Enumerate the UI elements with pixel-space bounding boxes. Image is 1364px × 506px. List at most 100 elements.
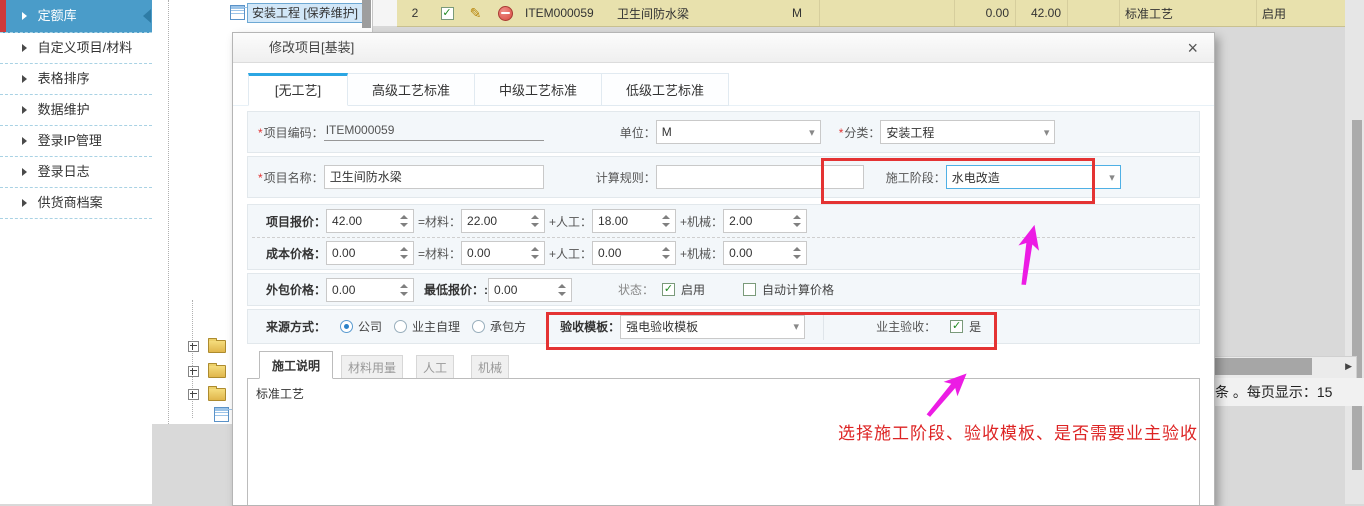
category-select[interactable]: 安装工程 ▾	[880, 120, 1055, 144]
tree-expand-icon[interactable]	[188, 341, 199, 352]
arrow-right-icon	[22, 168, 27, 176]
row-price-cell: 42.00	[1016, 0, 1068, 26]
tree-scrollbar-thumb[interactable]	[362, 0, 371, 28]
acceptance-template-select[interactable]: 强电验收模板 ▾	[620, 315, 805, 339]
tree-node-selected[interactable]: 安装工程 [保养维护]	[247, 3, 363, 23]
disable-icon[interactable]	[498, 6, 513, 21]
cost-machine-label: +机械：	[680, 245, 723, 262]
table-row[interactable]: 2 ✓ ✎ ITEM000059 卫生间防水梁 M 0.00 42.00 标准工…	[397, 0, 1345, 27]
cost-label: 成本价格：	[266, 245, 326, 262]
acceptance-template-label: 验收模板：	[560, 318, 620, 335]
row-checkbox[interactable]: ✓	[441, 7, 454, 20]
form-row-prices: 项目报价： 42.00 =材料： 22.00 +人工： 18.00 +机械： 2…	[247, 204, 1200, 270]
outsource-label: 外包价格：	[266, 281, 326, 298]
cost-material-label: =材料：	[418, 245, 461, 262]
active-notch-icon	[143, 9, 151, 23]
radio-owner-self-label: 业主自理	[412, 318, 460, 335]
chevron-down-icon: ▾	[809, 126, 815, 139]
sidebar-item-login-log[interactable]: 登录日志	[0, 157, 152, 188]
tree-guide-line	[192, 300, 193, 418]
check-icon: ✓	[664, 284, 673, 295]
enabled-label: 启用	[681, 281, 705, 298]
folder-icon	[208, 340, 226, 353]
table-icon	[230, 5, 245, 20]
tree-expand-icon[interactable]	[188, 389, 199, 400]
row-disable-cell	[490, 0, 520, 26]
quote-material-input[interactable]: 22.00	[461, 209, 545, 233]
arrow-right-icon	[22, 106, 27, 114]
arrow-right-icon	[22, 199, 27, 207]
tab-labor[interactable]: 人工	[416, 355, 454, 379]
check-icon: ✓	[442, 8, 451, 19]
tab-advanced-craft[interactable]: 高级工艺标准	[348, 73, 475, 106]
spin-down-icon[interactable]	[400, 223, 408, 227]
cost-labor-input[interactable]: 0.00	[592, 241, 676, 265]
sidebar-item-table-sort[interactable]: 表格排序	[0, 64, 152, 95]
row-craft-cell: 标准工艺	[1120, 0, 1257, 26]
form-row-outsource: 外包价格： 0.00 最低报价：: 0.00 状态： ✓ 启用 自动计算价格	[247, 273, 1200, 306]
outsource-input[interactable]: 0.00	[326, 278, 414, 302]
tab-basic-craft[interactable]: 低级工艺标准	[602, 73, 729, 106]
vertical-divider	[823, 314, 824, 340]
scroll-right-arrow-icon[interactable]: ▶	[1345, 361, 1352, 372]
spin-up-icon[interactable]	[400, 215, 408, 219]
vertical-scrollbar-thumb[interactable]	[1352, 120, 1362, 470]
tab-material-usage[interactable]: 材料用量	[341, 355, 403, 379]
edit-pencil-icon[interactable]: ✎	[470, 5, 482, 22]
owner-acceptance-checkbox[interactable]: ✓	[950, 320, 963, 333]
horizontal-scrollbar-thumb[interactable]	[1215, 358, 1312, 375]
active-red-bar	[0, 0, 6, 32]
form-row-source: 来源方式： 公司 业主自理 承包方 验收模板： 强电验收模板 ▾ 业主验收： ✓…	[247, 309, 1200, 344]
arrow-right-icon	[22, 75, 27, 83]
code-value: ITEM000059	[324, 123, 544, 141]
radio-contractor[interactable]	[472, 320, 485, 333]
quote-input[interactable]: 42.00	[326, 209, 414, 233]
stage-select[interactable]: 水电改造 ▾	[946, 165, 1121, 189]
calc-rule-label: 计算规则：	[596, 169, 656, 186]
owner-acceptance-label: 业主验收：	[876, 318, 936, 335]
radio-company-label: 公司	[358, 318, 382, 335]
horizontal-scrollbar[interactable]: ▶	[1214, 356, 1357, 379]
cost-input[interactable]: 0.00	[326, 241, 414, 265]
sidebar-item-login-ip[interactable]: 登录IP管理	[0, 126, 152, 157]
cost-material-input[interactable]: 0.00	[461, 241, 545, 265]
quote-machine-label: +机械：	[680, 213, 723, 230]
sidebar-item-label: 定额库	[38, 8, 77, 23]
arrow-right-icon	[22, 137, 27, 145]
calc-rule-input[interactable]	[656, 165, 864, 189]
cost-machine-input[interactable]: 0.00	[723, 241, 807, 265]
sidebar-item-label: 表格排序	[38, 71, 90, 86]
auto-calc-checkbox[interactable]	[743, 283, 756, 296]
cost-line: 成本价格： 0.00 =材料： 0.00 +人工： 0.00 +机械： 0.00	[248, 237, 1199, 269]
row-unit-cell: M	[787, 0, 820, 26]
quote-labor-input[interactable]: 18.00	[592, 209, 676, 233]
row-name-cell: 卫生间防水梁	[612, 0, 787, 26]
sidebar-item-supplier-archive[interactable]: 供货商档案	[0, 188, 152, 219]
min-quote-input[interactable]: 0.00	[488, 278, 572, 302]
tab-construction-notes[interactable]: 施工说明	[259, 351, 333, 379]
row-status-cell: 启用	[1257, 0, 1345, 26]
radio-company[interactable]	[340, 320, 353, 333]
craft-tabs: [无工艺] 高级工艺标准 中级工艺标准 低级工艺标准	[248, 73, 729, 106]
sidebar-item-data-maintenance[interactable]: 数据维护	[0, 95, 152, 126]
quote-line: 项目报价： 42.00 =材料： 22.00 +人工： 18.00 +机械： 2…	[248, 205, 1199, 237]
radio-owner-self[interactable]	[394, 320, 407, 333]
quote-label: 项目报价：	[266, 213, 326, 230]
name-label: 项目名称：	[258, 169, 324, 186]
auto-calc-label: 自动计算价格	[762, 281, 834, 298]
enabled-checkbox[interactable]: ✓	[662, 283, 675, 296]
tab-no-craft[interactable]: [无工艺]	[248, 73, 348, 106]
sidebar-item-custom-project-material[interactable]: 自定义项目/材料	[0, 33, 152, 64]
name-input[interactable]: 卫生间防水梁	[324, 165, 544, 189]
chevron-down-icon: ▾	[1044, 126, 1050, 139]
arrow-right-icon	[22, 12, 27, 20]
chevron-down-icon: ▾	[1109, 171, 1115, 184]
unit-select[interactable]: M ▾	[656, 120, 821, 144]
sidebar-item-quota-library[interactable]: 定额库	[0, 0, 152, 33]
tab-machine[interactable]: 机械	[471, 355, 509, 379]
tab-intermediate-craft[interactable]: 中级工艺标准	[475, 73, 602, 106]
row-index-cell: 2	[397, 0, 433, 26]
quote-machine-input[interactable]: 2.00	[723, 209, 807, 233]
close-icon[interactable]: ×	[1187, 38, 1198, 58]
tree-expand-icon[interactable]	[188, 366, 199, 377]
